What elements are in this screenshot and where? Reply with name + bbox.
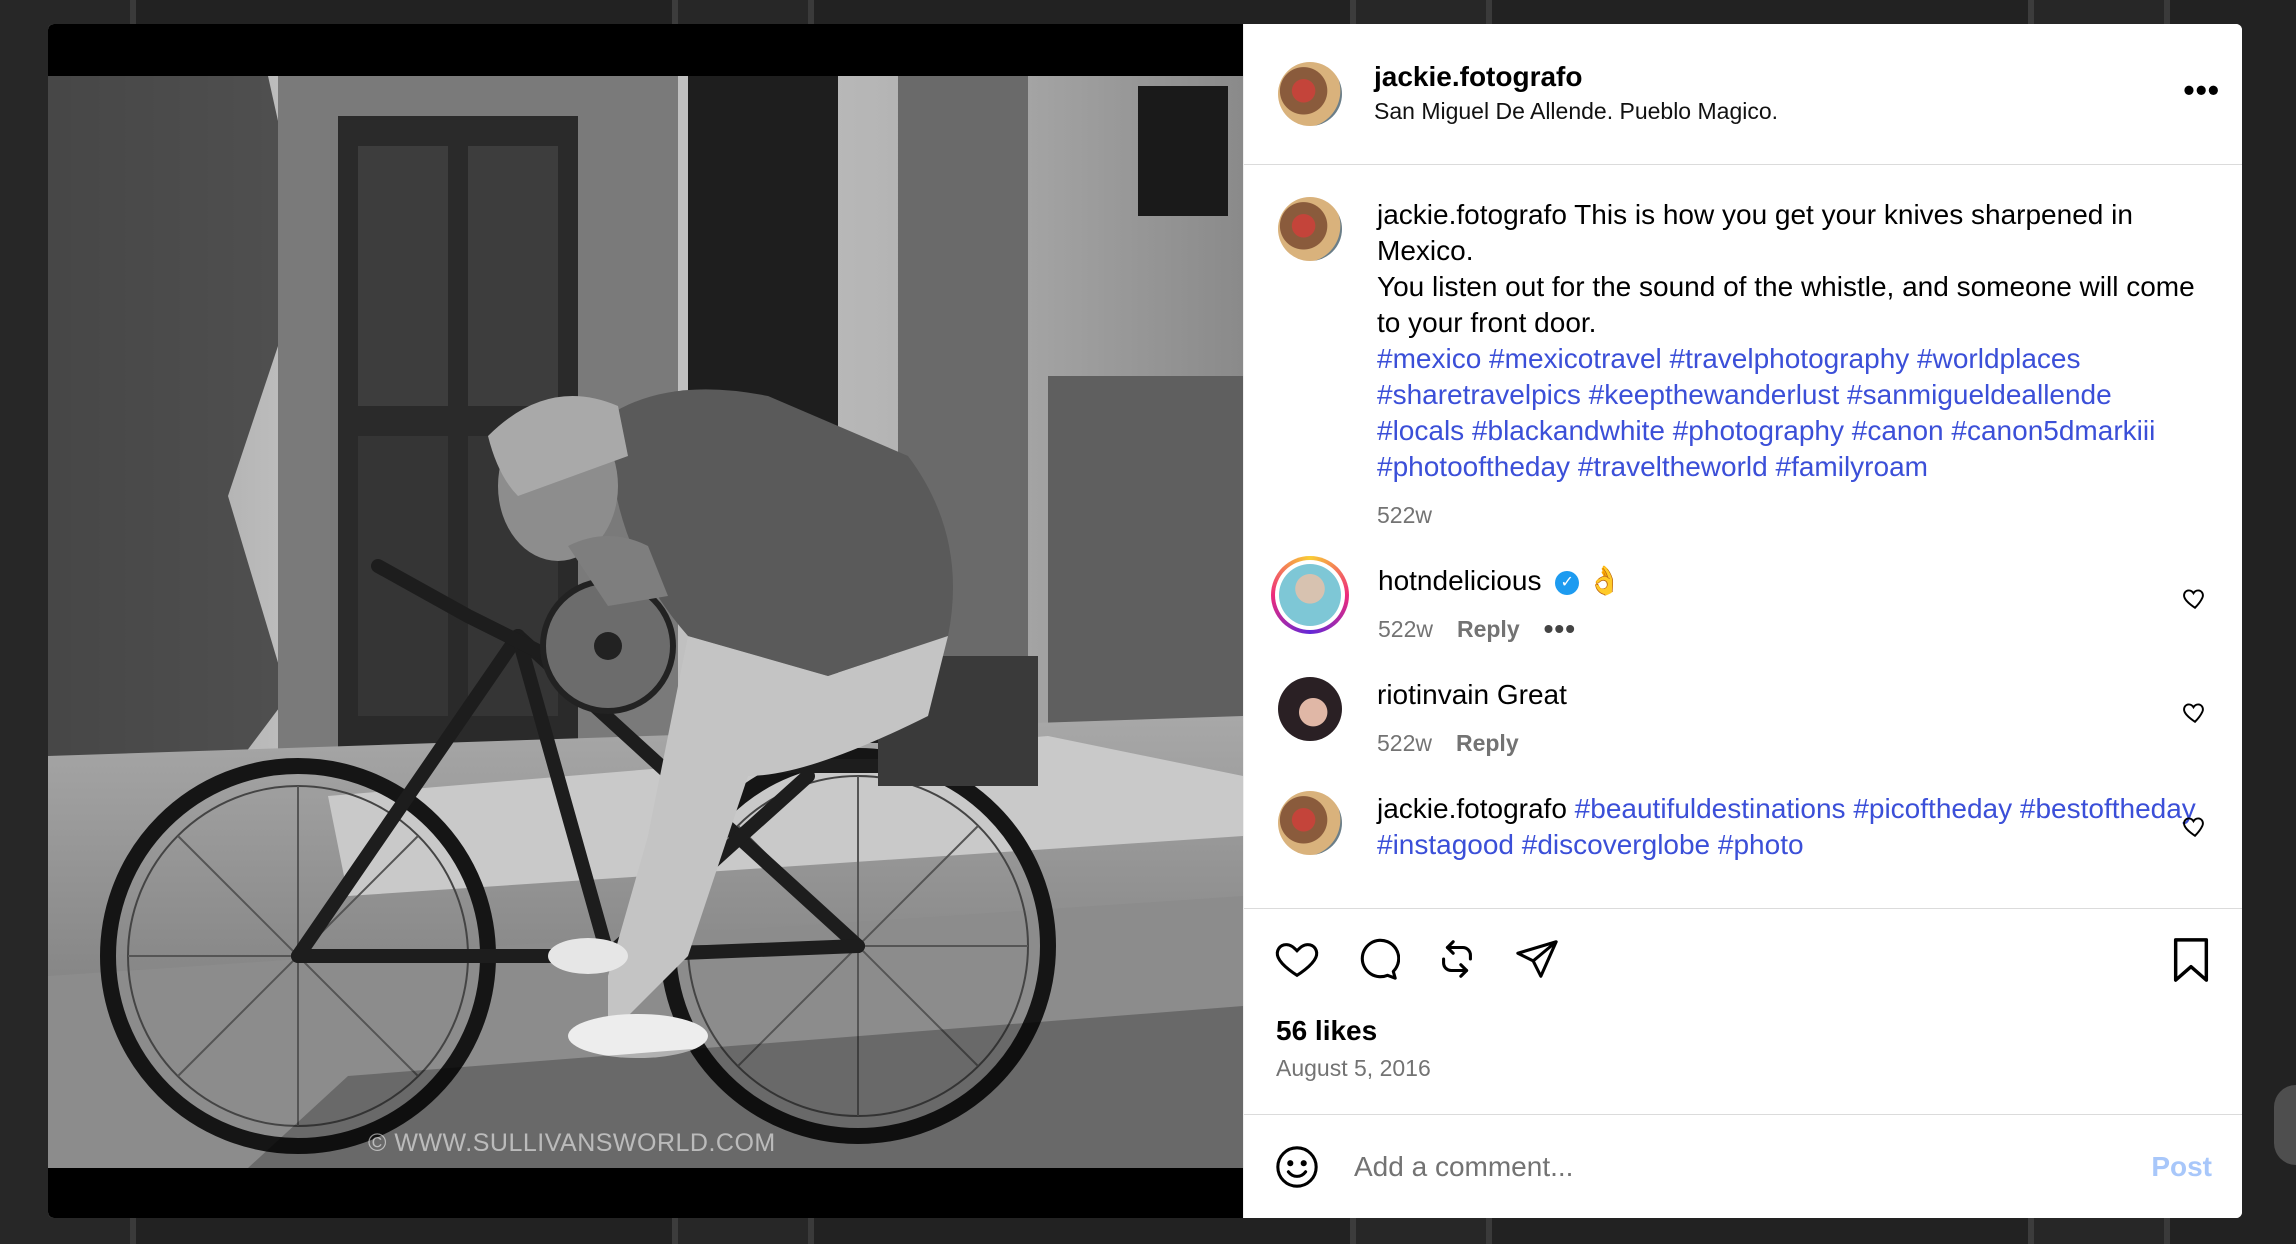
comment-time[interactable]: 522w (1377, 725, 1432, 761)
emoji-smiley-icon[interactable] (1274, 1144, 1320, 1190)
comment-item: hotndelicious ✓ 👌 522w Reply ••• (1271, 556, 2208, 647)
post-media: © WWW.SULLIVANSWORLD.COM (48, 24, 1243, 1218)
commenter-avatar[interactable] (1278, 791, 1342, 855)
like-heart-icon[interactable] (1274, 936, 1320, 982)
author-avatar[interactable] (1278, 62, 1342, 126)
reply-button[interactable]: Reply (1457, 611, 1520, 647)
post-modal: © WWW.SULLIVANSWORLD.COM jackie.fotograf… (48, 24, 2242, 1218)
post-details-panel: jackie.fotografo San Miguel De Allende. … (1243, 24, 2242, 1218)
add-comment-bar: Post (1244, 1114, 2242, 1218)
comment-body: jackie.fotografo #beautifuldestinations … (1377, 791, 2197, 863)
likes-count[interactable]: 56 likes (1274, 1015, 2212, 1047)
author-username[interactable]: jackie.fotografo (1374, 60, 1778, 94)
comment-body: hotndelicious ✓ 👌 522w Reply ••• (1378, 563, 2198, 647)
comment-meta: 522w Reply (1377, 725, 2197, 761)
header-text: jackie.fotografo San Miguel De Allende. … (1374, 60, 1778, 128)
post-header: jackie.fotografo San Miguel De Allende. … (1244, 24, 2242, 165)
share-paper-plane-icon[interactable] (1514, 936, 1560, 982)
like-comment-heart-icon[interactable] (2182, 699, 2208, 725)
caption-body: jackie.fotografo This is how you get you… (1377, 197, 2197, 533)
caption: jackie.fotografo This is how you get you… (1278, 197, 2208, 533)
commenter-avatar-story[interactable] (1271, 556, 1349, 634)
like-comment-heart-icon[interactable] (2182, 585, 2208, 611)
photo-illustration (48, 76, 1243, 1168)
comment-item: riotinvain Great 522w Reply (1278, 677, 2208, 761)
comments-list[interactable]: jackie.fotografo This is how you get you… (1244, 165, 2242, 908)
save-bookmark-icon[interactable] (2170, 937, 2212, 983)
more-options-button[interactable]: ••• (2183, 74, 2220, 106)
comment-text: 👌 (1587, 565, 1622, 596)
comment-input[interactable] (1352, 1149, 2152, 1184)
post-comment-button[interactable]: Post (2151, 1151, 2212, 1183)
comment-item: jackie.fotografo #beautifuldestinations … (1278, 791, 2208, 863)
post-location[interactable]: San Miguel De Allende. Pueblo Magico. (1374, 94, 1778, 128)
comment-options-button[interactable]: ••• (1544, 611, 1576, 647)
like-comment-heart-icon[interactable] (2182, 813, 2208, 839)
caption-time[interactable]: 522w (1377, 497, 1432, 533)
reply-button[interactable]: Reply (1456, 725, 1519, 761)
comment-bubble-icon[interactable] (1354, 936, 1401, 982)
comment-username[interactable]: riotinvain (1377, 679, 1489, 710)
photo-watermark: © WWW.SULLIVANSWORLD.COM (368, 1129, 776, 1157)
post-actions: 56 likes August 5, 2016 (1244, 908, 2242, 1114)
caption-text-2: You listen out for the sound of the whis… (1377, 271, 2195, 338)
comment-time[interactable]: 522w (1378, 611, 1433, 647)
repost-icon[interactable] (1434, 936, 1480, 982)
comment-username[interactable]: hotndelicious (1378, 565, 1541, 596)
caption-meta: 522w (1377, 497, 2197, 533)
next-post-arrow[interactable] (2274, 1085, 2296, 1165)
caption-hashtags[interactable]: #mexico #mexicotravel #travelphotography… (1377, 343, 2155, 482)
comment-body: riotinvain Great 522w Reply (1377, 677, 2197, 761)
action-row (1274, 931, 2212, 987)
caption-avatar[interactable] (1278, 197, 1342, 261)
verified-badge-icon: ✓ (1555, 570, 1580, 595)
comment-text: Great (1496, 679, 1567, 710)
comment-meta: 522w Reply ••• (1378, 611, 2198, 647)
post-date[interactable]: August 5, 2016 (1274, 1055, 2212, 1082)
comment-username[interactable]: jackie.fotografo (1377, 793, 1567, 824)
commenter-avatar[interactable] (1278, 677, 1342, 741)
post-photo[interactable]: © WWW.SULLIVANSWORLD.COM (48, 76, 1243, 1168)
caption-username[interactable]: jackie.fotografo (1377, 199, 1567, 230)
